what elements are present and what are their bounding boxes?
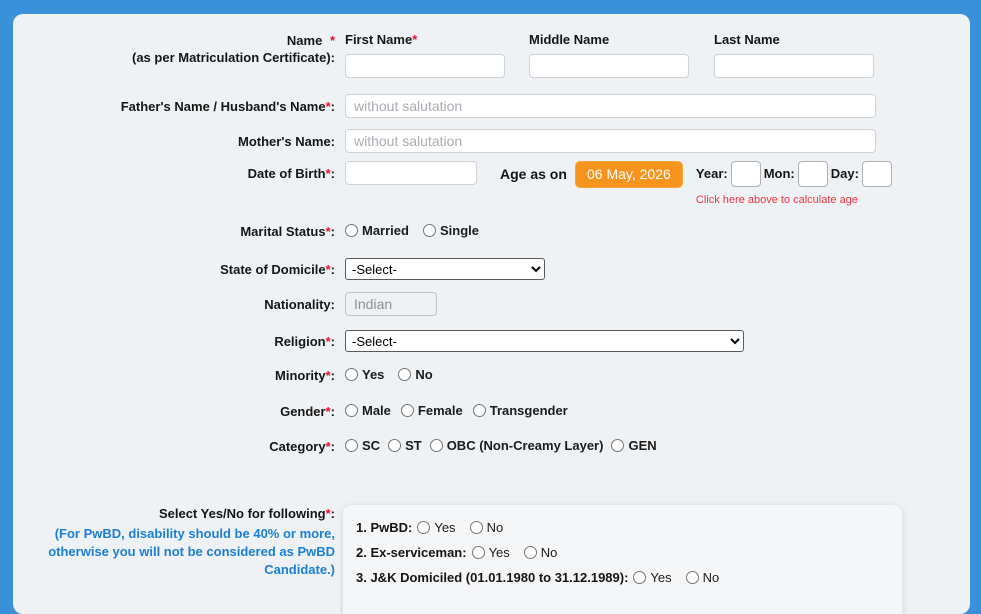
category-st-radio[interactable]: [388, 439, 401, 452]
category-label: Category*:: [13, 435, 335, 455]
gender-male-radio[interactable]: [345, 404, 358, 417]
father-name-label: Father's Name / Husband's Name*:: [13, 94, 335, 115]
name-row: Name * (as per Matriculation Certificate…: [13, 32, 970, 78]
last-name-input[interactable]: [714, 54, 874, 78]
year-input[interactable]: [731, 161, 761, 187]
state-of-domicile-row: State of Domicile*: -Select-: [13, 258, 970, 280]
middle-name-group: Middle Name: [529, 32, 689, 78]
ex-serviceman-no-option[interactable]: No: [524, 545, 558, 560]
pwbd-yes-option[interactable]: Yes: [417, 520, 455, 535]
last-name-group: Last Name: [714, 32, 874, 78]
nationality-row: Nationality:: [13, 292, 970, 316]
marital-single-radio[interactable]: [423, 224, 436, 237]
category-st-option[interactable]: ST: [388, 438, 422, 453]
marital-married-option[interactable]: Married: [345, 223, 409, 238]
name-label-subtext: (as per Matriculation Certificate):: [132, 50, 335, 65]
minority-label: Minority*:: [13, 364, 335, 384]
father-name-input[interactable]: [345, 94, 876, 118]
mother-name-label: Mother's Name:: [13, 129, 335, 150]
registration-form-page: { "theme": { "frame_blue": "#3a91da", "p…: [0, 0, 981, 583]
mother-name-row: Mother's Name:: [13, 129, 970, 153]
nationality-label: Nationality:: [13, 292, 335, 313]
ex-serviceman-item: 2. Ex-serviceman: Yes No: [356, 545, 888, 560]
state-of-domicile-label: State of Domicile*:: [13, 258, 335, 278]
pwbd-no-radio[interactable]: [470, 521, 483, 534]
name-label-text: Name: [287, 33, 322, 48]
pwbd-note-text: (For PwBD, disability should be 40% or m…: [13, 525, 335, 579]
first-name-header: First Name*: [345, 32, 505, 47]
category-row: Category*: SC ST OBC (Non-Creamy Layer) …: [13, 435, 970, 455]
religion-select[interactable]: -Select-: [345, 330, 744, 352]
father-name-row: Father's Name / Husband's Name*:: [13, 94, 970, 118]
pwbd-yes-radio[interactable]: [417, 521, 430, 534]
category-sc-option[interactable]: SC: [345, 438, 380, 453]
nationality-input: [345, 292, 437, 316]
mon-label: Mon:: [764, 161, 795, 187]
yesno-section-label: Select Yes/No for following*: (For PwBD,…: [13, 505, 335, 579]
religion-row: Religion*: -Select-: [13, 330, 970, 352]
calculate-age-helper-text: Click here above to calculate age: [696, 194, 895, 206]
jk-domiciled-no-radio[interactable]: [686, 571, 699, 584]
ex-serviceman-yes-radio[interactable]: [472, 546, 485, 559]
pwbd-no-option[interactable]: No: [470, 520, 504, 535]
day-input[interactable]: [862, 161, 892, 187]
gender-transgender-radio[interactable]: [473, 404, 486, 417]
marital-married-radio[interactable]: [345, 224, 358, 237]
gender-male-option[interactable]: Male: [345, 403, 391, 418]
day-label: Day:: [831, 161, 859, 187]
required-asterisk: *: [330, 33, 335, 48]
mon-input[interactable]: [798, 161, 828, 187]
gender-female-radio[interactable]: [401, 404, 414, 417]
category-obc-option[interactable]: OBC (Non-Creamy Layer): [430, 438, 604, 453]
gender-label: Gender*:: [13, 400, 335, 420]
minority-yes-option[interactable]: Yes: [345, 367, 384, 382]
middle-name-header: Middle Name: [529, 32, 689, 47]
first-name-input[interactable]: [345, 54, 505, 78]
ex-serviceman-yes-option[interactable]: Yes: [472, 545, 510, 560]
marital-status-row: Marital Status*: Married Single: [13, 220, 970, 240]
date-of-birth-row: Date of Birth*: Age as on 06 May, 2026 Y…: [13, 161, 970, 206]
mother-name-input[interactable]: [345, 129, 876, 153]
pwbd-item: 1. PwBD: Yes No: [356, 520, 888, 535]
age-result-group: Year: Mon: Day: Click here above to calc…: [696, 161, 895, 206]
date-of-birth-label: Date of Birth*:: [13, 161, 335, 182]
name-label: Name * (as per Matriculation Certificate…: [13, 32, 335, 66]
ex-serviceman-no-radio[interactable]: [524, 546, 537, 559]
minority-yes-radio[interactable]: [345, 368, 358, 381]
ex-serviceman-item-label: 2. Ex-serviceman:: [356, 545, 467, 560]
marital-single-option[interactable]: Single: [423, 223, 479, 238]
minority-no-option[interactable]: No: [398, 367, 432, 382]
yesno-section-row: Select Yes/No for following*: (For PwBD,…: [13, 505, 970, 614]
minority-no-radio[interactable]: [398, 368, 411, 381]
religion-label: Religion*:: [13, 330, 335, 350]
marital-status-label: Marital Status*:: [13, 220, 335, 240]
state-of-domicile-select[interactable]: -Select-: [345, 258, 545, 280]
category-sc-radio[interactable]: [345, 439, 358, 452]
category-obc-radio[interactable]: [430, 439, 443, 452]
year-label: Year:: [696, 161, 728, 187]
yesno-options-box: 1. PwBD: Yes No 2. Ex-serviceman: Yes No…: [343, 505, 902, 614]
age-as-on-label: Age as on: [500, 161, 567, 187]
category-gen-option[interactable]: GEN: [611, 438, 656, 453]
age-as-on-date-button[interactable]: 06 May, 2026: [575, 161, 683, 188]
minority-row: Minority*: Yes No: [13, 364, 970, 384]
category-gen-radio[interactable]: [611, 439, 624, 452]
middle-name-input[interactable]: [529, 54, 689, 78]
gender-row: Gender*: Male Female Transgender: [13, 400, 970, 420]
last-name-header: Last Name: [714, 32, 874, 47]
gender-female-option[interactable]: Female: [401, 403, 463, 418]
jk-domiciled-yes-radio[interactable]: [633, 571, 646, 584]
date-of-birth-input[interactable]: [345, 161, 477, 185]
pwbd-item-label: 1. PwBD:: [356, 520, 412, 535]
required-asterisk: *: [412, 32, 417, 47]
form-content-panel: Name * (as per Matriculation Certificate…: [13, 14, 970, 614]
gender-transgender-option[interactable]: Transgender: [473, 403, 568, 418]
first-name-group: First Name*: [345, 32, 505, 78]
